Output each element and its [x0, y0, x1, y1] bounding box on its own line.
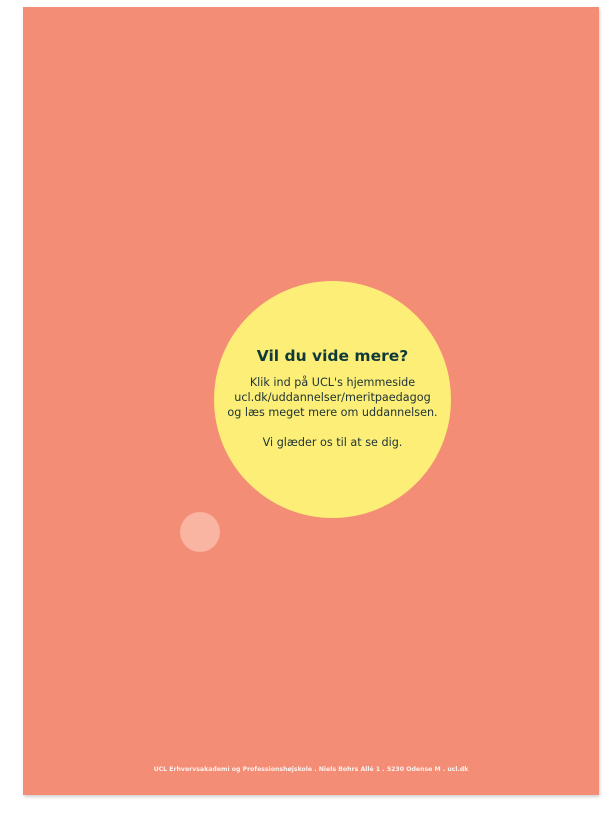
bubble-closing-text: Vi glæder os til at se dig.: [262, 436, 403, 449]
speech-bubble: Vil du vide mere? Klik ind på UCL's hjem…: [214, 281, 451, 518]
bubble-content: Vil du vide mere? Klik ind på UCL's hjem…: [214, 347, 451, 450]
bubble-text-line-3: og læs meget mere om uddannelsen.: [227, 406, 438, 419]
bubble-text-line-1: Klik ind på UCL's hjemmeside: [249, 376, 416, 389]
bubble-spacer: [214, 420, 451, 435]
footer-address: UCL Erhvervsakademi og Professionshøjsko…: [153, 766, 469, 773]
small-thought-bubble: [180, 512, 220, 552]
bubble-heading: Vil du vide mere?: [256, 347, 409, 365]
back-cover-page: Vil du vide mere? Klik ind på UCL's hjem…: [23, 7, 599, 795]
bubble-url-text: ucl.dk/uddannelser/meritpaedagog: [234, 391, 431, 404]
